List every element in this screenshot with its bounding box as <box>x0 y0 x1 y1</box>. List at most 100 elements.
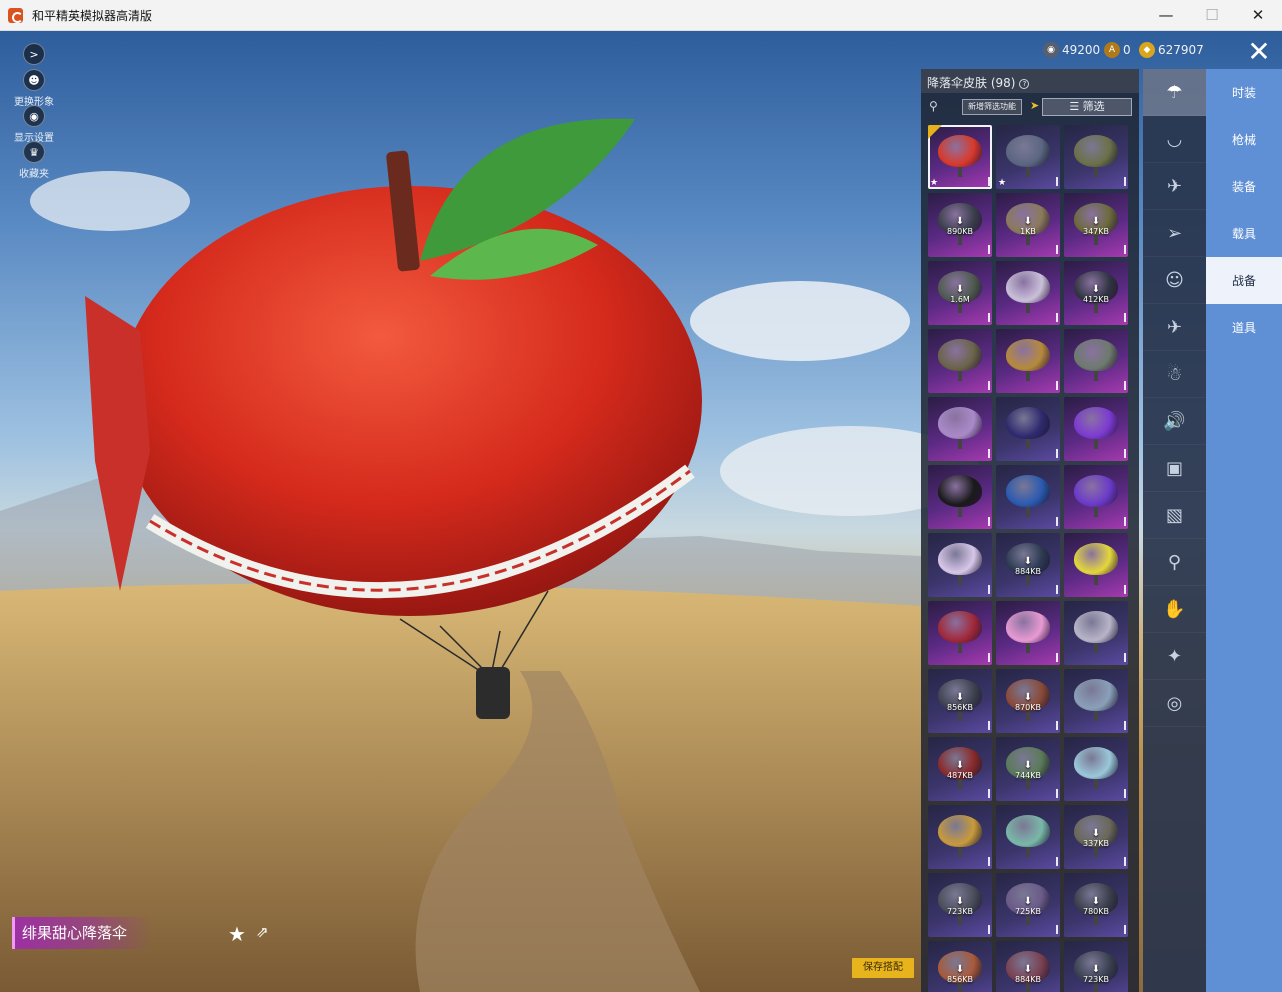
skin-cell[interactable] <box>928 397 992 461</box>
close-icon[interactable]: ✕ <box>1240 35 1278 69</box>
category-tab[interactable]: 枪械 <box>1206 116 1282 163</box>
category-tab[interactable]: 载具 <box>1206 210 1282 257</box>
search-icon[interactable]: ⚲ <box>929 99 945 115</box>
skin-cell[interactable]: ⬇ 337KB <box>1064 805 1128 869</box>
skin-cell[interactable] <box>996 601 1060 665</box>
skin-cell[interactable] <box>928 601 992 665</box>
parachute-thumbnail <box>938 339 982 381</box>
download-size: 723KB <box>946 907 973 916</box>
skin-cell[interactable]: ⬇ 1KB <box>996 193 1060 257</box>
skin-cell[interactable] <box>996 329 1060 393</box>
display-settings-button[interactable]: ◉ 显示设置 <box>10 105 58 144</box>
skin-cell[interactable] <box>996 397 1060 461</box>
help-icon[interactable]: ? <box>1019 78 1030 89</box>
close-window-button[interactable]: ✕ <box>1235 0 1281 30</box>
download-size: 780KB <box>1082 907 1109 916</box>
download-icon: ⬇ <box>1023 556 1033 567</box>
favorite-star-icon[interactable]: ★ <box>228 922 246 946</box>
filter-button[interactable]: ☰ 筛选 <box>1042 98 1132 116</box>
collection-icon: ♛ <box>23 141 45 163</box>
category-tab[interactable]: 时装 <box>1206 69 1282 116</box>
skin-cell[interactable]: ★ <box>928 125 992 189</box>
maximize-button[interactable]: ☐ <box>1189 0 1235 30</box>
skin-cell[interactable] <box>996 805 1060 869</box>
skin-cell[interactable] <box>996 261 1060 325</box>
skin-cell[interactable] <box>1064 465 1128 529</box>
rarity-tick <box>1124 517 1126 526</box>
skin-cell[interactable]: ⬇ 725KB <box>996 873 1060 937</box>
extinguisher-icon[interactable]: ⚲ <box>1143 539 1206 586</box>
skin-cell[interactable] <box>928 329 992 393</box>
download-icon: ⬇ <box>1023 964 1033 975</box>
backpack-icon[interactable]: ▣ <box>1143 445 1206 492</box>
skin-cell[interactable] <box>928 533 992 597</box>
coupon-icon: A <box>1104 42 1120 58</box>
parachute-thumbnail <box>1006 271 1050 313</box>
skin-cell[interactable] <box>928 805 992 869</box>
skin-cell[interactable]: ⬇ 780KB <box>1064 873 1128 937</box>
glider-icon[interactable]: ◡ <box>1143 116 1206 163</box>
save-outfit-button[interactable]: 保存搭配 <box>852 958 914 978</box>
skin-cell[interactable] <box>1064 125 1128 189</box>
download-size: 1KB <box>1020 227 1036 236</box>
new-filter-badge[interactable]: 新增筛选功能 <box>962 99 1022 115</box>
parachute-thumbnail <box>1006 611 1050 653</box>
skin-cell[interactable] <box>1064 669 1128 733</box>
category-tab[interactable]: 装备 <box>1206 163 1282 210</box>
parachute-thumbnail <box>1006 407 1050 449</box>
skin-cell[interactable]: ★ <box>996 125 1060 189</box>
skin-cell[interactable]: ⬇ 856KB <box>928 669 992 733</box>
photo-icon[interactable]: ▧ <box>1143 492 1206 539</box>
skin-cell[interactable]: ⬇ 1.6M <box>928 261 992 325</box>
parachute-thumbnail <box>1006 475 1050 517</box>
skin-cell[interactable] <box>1064 601 1128 665</box>
skin-cell[interactable]: ⬇ 412KB <box>1064 261 1128 325</box>
skin-cell[interactable] <box>1064 329 1128 393</box>
skin-cell[interactable]: ⬇ 856KB <box>928 941 992 992</box>
parachute-thumbnail <box>1074 407 1118 449</box>
planet-icon[interactable]: ◎ <box>1143 680 1206 727</box>
share-icon[interactable]: ⇗ <box>256 923 276 941</box>
parachute-thumbnail <box>1006 135 1050 177</box>
pet-icon[interactable]: ☃ <box>1143 351 1206 398</box>
category-tab[interactable]: 战备 <box>1206 257 1282 304</box>
skin-cell[interactable]: ⬇ 884KB <box>996 941 1060 992</box>
aircraft-icon[interactable]: ✈ <box>1143 304 1206 351</box>
skin-cell[interactable]: ⬇ 884KB <box>996 533 1060 597</box>
emote-icon[interactable]: ☺ <box>1143 257 1206 304</box>
hand-icon[interactable]: ✋ <box>1143 586 1206 633</box>
skin-cell[interactable]: ⬇ 347KB <box>1064 193 1128 257</box>
skin-cell[interactable]: ⬇ 723KB <box>1064 941 1128 992</box>
voice-icon[interactable]: 🔊 <box>1143 398 1206 445</box>
skin-cell[interactable] <box>1064 533 1128 597</box>
skin-cell[interactable]: ⬇ 870KB <box>996 669 1060 733</box>
silver-amount: 49200 <box>1062 43 1101 57</box>
rarity-tick <box>988 585 990 594</box>
change-appearance-button[interactable]: ☻ 更换形象 <box>10 69 58 108</box>
parachute-thumbnail <box>938 407 982 449</box>
skin-cell[interactable]: ⬇ 890KB <box>928 193 992 257</box>
skin-cell[interactable] <box>928 465 992 529</box>
coupon-balance: A 0 <box>1104 41 1131 59</box>
download-badge: ⬇ 890KB <box>928 217 992 237</box>
jet-icon[interactable]: ➢ <box>1143 210 1206 257</box>
expand-button[interactable]: > <box>10 43 58 67</box>
minimize-button[interactable]: — <box>1143 0 1189 30</box>
skin-cell[interactable] <box>1064 397 1128 461</box>
wand-icon[interactable]: ✦ <box>1143 633 1206 680</box>
skin-cell[interactable]: ⬇ 487KB <box>928 737 992 801</box>
skin-cell[interactable] <box>1064 737 1128 801</box>
cloud <box>30 171 190 231</box>
parachute-thumbnail <box>938 475 982 517</box>
skin-cell[interactable] <box>996 465 1060 529</box>
collection-button[interactable]: ♛ 收藏夹 <box>10 141 58 180</box>
download-size: 487KB <box>946 771 973 780</box>
download-icon: ⬇ <box>1091 828 1101 839</box>
plane-icon[interactable]: ✈ <box>1143 163 1206 210</box>
rarity-tick <box>1056 449 1058 458</box>
skin-panel: 降落伞皮肤 (98)? ⚲ 新增筛选功能 ➤ ☰ 筛选 ★ ★ ⬇ 890KB ⬇ 1KB… <box>921 69 1139 992</box>
parachute-icon[interactable]: ☂ <box>1143 69 1206 116</box>
skin-cell[interactable]: ⬇ 744KB <box>996 737 1060 801</box>
category-tab[interactable]: 道具 <box>1206 304 1282 351</box>
skin-cell[interactable]: ⬇ 723KB <box>928 873 992 937</box>
